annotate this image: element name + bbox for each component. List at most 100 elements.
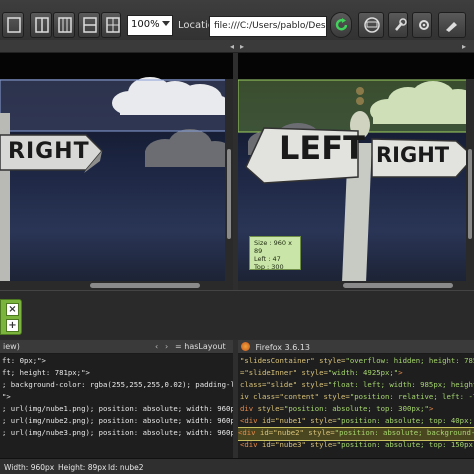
split-vertical-icon xyxy=(35,17,49,33)
code-line: <div id="nube1" style="position: absolut… xyxy=(240,416,474,428)
inspect-icon xyxy=(364,17,380,33)
chevron-right-icon[interactable]: › xyxy=(165,342,168,351)
element-info-tooltip: Size : 960 x 89 Left : 47 Top : 300 xyxy=(249,236,301,271)
chevron-down-icon xyxy=(162,21,170,26)
right-code-view[interactable]: "slidesContainer" style="overflow: hidde… xyxy=(238,354,474,458)
sign-right-label: RIGHT xyxy=(376,143,450,167)
code-tag: <div xyxy=(238,428,256,437)
preview-pane-left[interactable]: RIGHT xyxy=(0,53,233,290)
code-line: "> xyxy=(2,392,11,404)
code-line: <div id="nube3" style="position: absolut… xyxy=(240,440,474,452)
code-text: ; url(img/nube1.png); position: absolute… xyxy=(2,404,233,413)
code-line: iv class="content" style="position: rela… xyxy=(240,392,474,404)
scrollbar-thumb[interactable] xyxy=(90,283,200,288)
code-value: "position: absolute; top: 40px; backgrou… xyxy=(336,416,474,425)
code-text: ; url(img/nube2.png); position: absolute… xyxy=(2,416,233,425)
inspect-button[interactable] xyxy=(358,12,384,38)
code-text: "> xyxy=(2,392,11,401)
settings-button[interactable] xyxy=(412,12,432,38)
code-tag: <div xyxy=(240,416,258,425)
code-attr: style= xyxy=(253,404,284,413)
vertical-scrollbar[interactable] xyxy=(466,79,474,289)
code-line: div style="position: absolute; top: 300p… xyxy=(240,404,433,416)
code-tag: <div xyxy=(240,440,258,449)
three-pane-icon xyxy=(58,17,72,33)
status-bar: Width: 960px Height: 89px Id: nube2 xyxy=(0,458,474,474)
code-text: ; url(img/nube3.png); position: absolute… xyxy=(2,428,233,437)
chevron-left-icon[interactable]: ‹ xyxy=(155,342,158,351)
code-line: ; url(img/nube1.png); position: absolute… xyxy=(2,404,233,416)
left-panel-title: iew) xyxy=(3,342,20,351)
code-tag: > xyxy=(428,404,434,413)
preview-pane-right[interactable]: LEFT RIGHT Size : 960 x 89 Left : 47 Top… xyxy=(238,53,474,290)
options-button[interactable] xyxy=(438,12,466,38)
snapshot-controls: × + xyxy=(0,299,22,335)
code-attr: id="nube2" xyxy=(255,428,304,437)
code-tag: > xyxy=(398,368,403,377)
firefox-icon xyxy=(241,342,250,351)
sign-left-label: LEFT xyxy=(279,129,365,167)
code-text: ft: 0px;"> xyxy=(2,356,46,365)
wrench-icon xyxy=(395,18,407,31)
code-attr: iv class="content" xyxy=(240,392,320,401)
horizontal-scrollbar[interactable] xyxy=(238,281,474,290)
layout-split-vertical-button[interactable] xyxy=(30,12,52,38)
code-attr: id="nube1" xyxy=(257,416,306,425)
split-horizontal-icon xyxy=(83,17,97,33)
sign-right-label: RIGHT xyxy=(8,139,90,164)
chevron-right-icon[interactable]: ▸ xyxy=(240,42,250,52)
status-id: Id: nube2 xyxy=(108,463,144,472)
layout-single-icon xyxy=(7,17,21,33)
scrollbar-thumb[interactable] xyxy=(468,149,472,239)
close-snapshot-button[interactable]: × xyxy=(6,303,19,316)
left-panel-header: iew) ‹ › = hasLayout xyxy=(0,340,233,354)
code-attr: style= xyxy=(305,440,337,449)
snapshot-strip: × + xyxy=(0,290,474,339)
code-tag: div xyxy=(240,404,254,413)
grid-icon xyxy=(106,17,120,33)
code-value: "overflow: hidden; height: 785px;" xyxy=(345,356,474,365)
left-code-view[interactable]: ft: 0px;"> ft; height: 781px;"> ; backgr… xyxy=(0,354,233,458)
status-height: Height: 89px xyxy=(58,463,107,472)
layout-three-pane-button[interactable] xyxy=(53,12,75,38)
code-text: ; background-color: rgba(255,255,255,0.0… xyxy=(2,380,233,389)
scrollbar-thumb[interactable] xyxy=(343,283,453,288)
code-line-selected[interactable]: <div id="nube2" style="position: absolut… xyxy=(238,427,474,441)
code-value: "position: absolute; top: 150px; backgro… xyxy=(336,440,474,449)
app-window: 100% Location: file:///C:/Users/pablo/De… xyxy=(0,0,474,474)
layout-split-horizontal-button[interactable] xyxy=(78,12,100,38)
add-snapshot-button[interactable]: + xyxy=(6,319,19,332)
code-attr: style= xyxy=(297,380,328,389)
layout-single-button[interactable] xyxy=(2,12,24,38)
code-line: ="slideInner" style="width: 4925px;"> xyxy=(240,368,403,380)
code-attr: style= xyxy=(319,392,350,401)
refresh-button[interactable] xyxy=(330,12,352,38)
tooltip-left: Left : 47 xyxy=(254,255,281,263)
chevron-right-icon[interactable]: ▸ xyxy=(462,42,472,52)
code-line: ; background-color: rgba(255,255,255,0.0… xyxy=(2,380,233,392)
code-attr: class="slide" xyxy=(240,380,298,389)
zoom-select[interactable]: 100% xyxy=(127,15,173,36)
brush-icon xyxy=(446,22,457,32)
chevron-left-icon[interactable]: ◂ xyxy=(230,42,240,52)
vertical-scrollbar[interactable] xyxy=(225,79,233,289)
code-line: ft: 0px;"> xyxy=(2,356,46,368)
zoom-value: 100% xyxy=(131,19,160,30)
status-width: Width: 960px xyxy=(4,463,55,472)
code-attr: id="nube3" xyxy=(257,440,306,449)
code-value: "position: absolute; background-image: u… xyxy=(334,428,474,437)
code-value: "position: absolute; top: 300px;" xyxy=(283,404,429,413)
code-value: "position: relative; left: -7px; backgro… xyxy=(349,392,474,401)
location-input[interactable]: file:///C:/Users/pablo/Desktop/Ho... xyxy=(209,16,327,37)
code-line: ; url(img/nube2.png); position: absolute… xyxy=(2,416,233,428)
horizontal-scrollbar[interactable] xyxy=(0,281,233,290)
scrollbar-thumb[interactable] xyxy=(227,149,231,239)
code-attr: style= xyxy=(303,428,335,437)
layout-grid-button[interactable] xyxy=(101,12,121,38)
tools-button[interactable] xyxy=(388,12,408,38)
code-line: ft; height: 781px;"> xyxy=(2,368,90,380)
haslayout-label: = hasLayout xyxy=(175,342,226,351)
code-attr: style= xyxy=(305,416,337,425)
code-attr: ="slideInner" xyxy=(240,368,298,377)
code-attr: style= xyxy=(297,368,328,377)
